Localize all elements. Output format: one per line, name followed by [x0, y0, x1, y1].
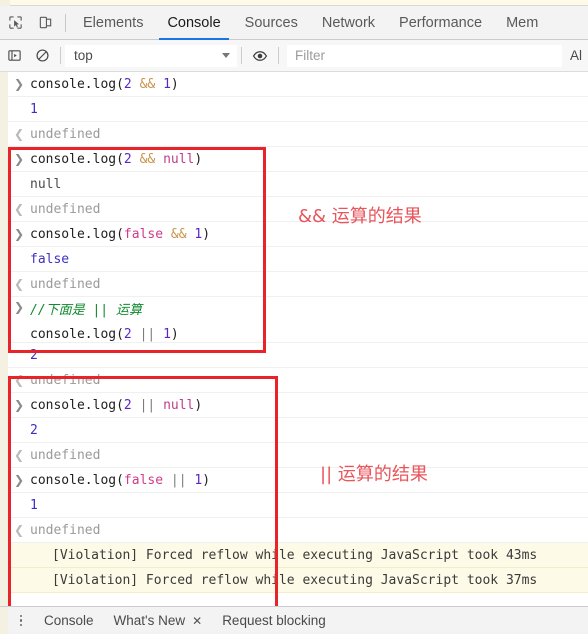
console-row-text: console.log(false && 1) — [30, 226, 211, 242]
tab-memory[interactable]: Mem — [494, 6, 550, 39]
console-warning-row: [Violation] Forced reflow while executin… — [8, 543, 588, 568]
console-return-row: ❮ undefined — [8, 272, 588, 297]
console-row-text-continued: console.log(2 || 1) — [30, 327, 179, 342]
chevron-down-icon — [222, 53, 230, 58]
tab-network[interactable]: Network — [310, 6, 387, 39]
console-row-text: //下面是 || 运算 — [30, 303, 142, 318]
console-row-text: [Violation] Forced reflow while executin… — [52, 572, 538, 588]
console-row-text: console.log(2 && 1) — [30, 76, 179, 92]
live-expression-eye-icon[interactable] — [246, 41, 274, 71]
close-icon[interactable]: ✕ — [192, 614, 202, 628]
devtools-tabbar: Elements Console Sources Network Perform… — [0, 6, 588, 40]
return-arrow-icon: ❮ — [13, 277, 25, 291]
console-left-gutter — [0, 72, 8, 606]
console-toolbar-divider-2 — [241, 47, 242, 64]
console-toolbar-divider-3 — [278, 47, 279, 64]
console-row-text: undefined — [30, 522, 101, 538]
annotation-and-result: && 运算的结果 — [298, 206, 422, 227]
console-toolbar-divider-1 — [60, 47, 61, 64]
console-row-text: 2 — [30, 347, 38, 363]
console-output-row: 2 — [8, 418, 588, 443]
console-row-text: undefined — [30, 372, 101, 388]
console-row-text: 2 — [30, 422, 38, 438]
toolbar-divider — [65, 13, 66, 32]
return-arrow-icon: ❮ — [13, 127, 25, 141]
execution-context-value: top — [74, 48, 93, 63]
console-row-text: console.log(false || 1) — [30, 472, 211, 488]
filter-placeholder: Filter — [295, 48, 325, 63]
console-row-text: false — [30, 251, 70, 267]
tab-performance[interactable]: Performance — [387, 6, 494, 39]
return-arrow-icon: ❮ — [13, 373, 25, 387]
console-row-text: null — [30, 176, 62, 192]
tab-elements[interactable]: Elements — [71, 6, 155, 39]
console-input-row: ❯ console.log(false || 1) — [8, 468, 588, 493]
console-output-row: 1 — [8, 97, 588, 122]
devtools-window: Elements Console Sources Network Perform… — [0, 0, 588, 634]
device-toolbar-icon[interactable] — [30, 6, 60, 39]
console-row-text: undefined — [30, 276, 101, 292]
console-return-row: ❮ undefined — [8, 518, 588, 543]
console-output-row: 1 — [8, 493, 588, 518]
drawer-tab-request-blocking-label: Request blocking — [222, 613, 326, 628]
execution-context-select[interactable]: top — [65, 44, 237, 67]
more-options-icon[interactable] — [8, 614, 34, 627]
console-row-text: 1 — [30, 101, 38, 117]
console-row-text: 1 — [30, 497, 38, 513]
console-return-row: ❮ undefined — [8, 368, 588, 393]
console-output-panel[interactable]: ❯ console.log(2 && 1) 1 ❮ undefined ❯ console.… — [0, 72, 588, 606]
console-input-row: ❯ console.log(2 && 1) — [8, 72, 588, 97]
tab-performance-label: Performance — [399, 14, 483, 31]
console-return-row: ❮ undefined — [8, 122, 588, 147]
tab-network-label: Network — [321, 14, 376, 31]
return-arrow-icon: ❮ — [13, 523, 25, 537]
filter-input[interactable]: Filter — [287, 44, 562, 67]
console-row-text: undefined — [30, 447, 101, 463]
tab-elements-label: Elements — [83, 14, 144, 31]
prompt-arrow-icon: ❯ — [13, 398, 25, 412]
console-return-row: ❮ undefined — [8, 443, 588, 468]
console-row-text: undefined — [30, 126, 101, 142]
console-row-text: console.log(2 || null) — [30, 397, 203, 413]
drawer-tab-console[interactable]: Console — [34, 613, 104, 628]
drawer-tab-console-label: Console — [44, 613, 94, 628]
tab-sources-label: Sources — [244, 14, 298, 31]
log-level-value: Al — [569, 48, 582, 63]
drawer-tab-whats-new-label: What's New — [113, 613, 186, 628]
console-input-row: ❯ //下面是 || 运算 console.log(2 || 1) — [8, 297, 588, 343]
drawer-left-gutter — [0, 607, 8, 634]
prompt-arrow-icon: ❯ — [13, 300, 25, 314]
prompt-arrow-icon: ❯ — [13, 227, 25, 241]
drawer-tab-whats-new[interactable]: What's New ✕ — [104, 613, 213, 628]
log-level-select[interactable]: Al — [562, 48, 588, 63]
drawer-tabbar: Console What's New ✕ Request blocking — [0, 606, 588, 634]
prompt-arrow-icon: ❯ — [13, 152, 25, 166]
inspect-element-icon[interactable] — [0, 6, 30, 39]
annotation-or-result: || 运算的结果 — [320, 464, 428, 485]
prompt-arrow-icon: ❯ — [13, 77, 25, 91]
console-sidebar-icon[interactable] — [0, 41, 28, 71]
console-row-list: ❯ console.log(2 && 1) 1 ❮ undefined ❯ console.… — [8, 72, 588, 593]
console-output-row: null — [8, 172, 588, 197]
prompt-arrow-icon: ❯ — [13, 473, 25, 487]
return-arrow-icon: ❮ — [13, 448, 25, 462]
console-toolbar: top Filter Al — [0, 40, 588, 72]
console-output-row: 2 — [8, 343, 588, 368]
console-input-row: ❯ console.log(2 || null) — [8, 393, 588, 418]
console-input-row: ❯ console.log(2 && null) — [8, 147, 588, 172]
drawer-tab-request-blocking[interactable]: Request blocking — [212, 613, 336, 628]
console-row-text: [Violation] Forced reflow while executin… — [52, 547, 538, 563]
console-row-text: console.log(2 && null) — [30, 151, 203, 167]
return-arrow-icon: ❮ — [13, 202, 25, 216]
tab-memory-label: Mem — [506, 14, 539, 31]
tab-console-label: Console — [167, 14, 221, 31]
tab-console[interactable]: Console — [155, 6, 232, 40]
clear-console-icon[interactable] — [28, 41, 56, 71]
tab-sources[interactable]: Sources — [233, 6, 310, 39]
console-warning-row: [Violation] Forced reflow while executin… — [8, 568, 588, 593]
console-output-row: false — [8, 247, 588, 272]
